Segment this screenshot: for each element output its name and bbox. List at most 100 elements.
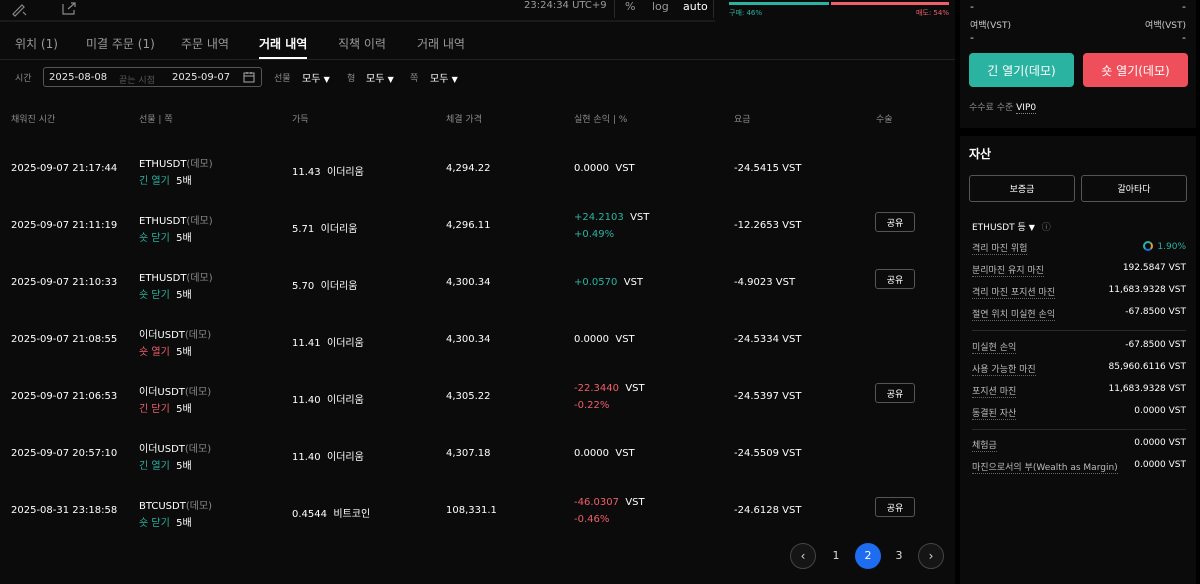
cell-fee: -24.5415 VST bbox=[734, 163, 801, 174]
fee-value: -24.6128 bbox=[734, 505, 779, 516]
section-divider bbox=[960, 128, 1196, 136]
date-from[interactable]: 2025-08-08 bbox=[49, 72, 107, 83]
tab-trade-history[interactable]: 거래 내역 bbox=[259, 35, 307, 52]
buy-ratio-bar bbox=[729, 2, 829, 5]
pnl-unit: VST bbox=[630, 212, 650, 223]
cell-price: 4,307.18 bbox=[446, 448, 491, 459]
side-label: 긴 열기 bbox=[139, 461, 170, 472]
type-filter-select[interactable]: 모두 ▼ bbox=[366, 70, 394, 85]
symbol-name: 이더USDT bbox=[139, 444, 185, 455]
log-toggle[interactable]: log bbox=[652, 0, 669, 13]
asset-detail-row: 미실현 손익 -67.8500 VST bbox=[972, 340, 1186, 354]
asset-detail-row: 분리마진 유지 마진 192.5847 VST bbox=[972, 263, 1186, 277]
asset-detail-value: -67.8500 VST bbox=[1125, 307, 1186, 317]
cell-symbol: 이더USDT(데모) bbox=[139, 440, 211, 455]
table-row: 2025-09-07 21:08:55 이더USDT(데모) 숏 열기 5배 11.4… bbox=[0, 306, 955, 363]
date-to[interactable]: 2025-09-07 bbox=[172, 72, 230, 83]
cell-fee: -4.9023 VST bbox=[734, 277, 795, 288]
next-page-button[interactable]: › bbox=[918, 543, 944, 569]
active-tab-indicator bbox=[259, 57, 307, 59]
draw-tool-icon[interactable] bbox=[10, 1, 28, 17]
cell-symbol: ETHUSDT(데모) bbox=[139, 155, 213, 170]
cell-fee: -12.2653 VST bbox=[734, 220, 801, 231]
divider bbox=[972, 330, 1186, 331]
demo-tag: (데모) bbox=[185, 501, 213, 512]
cell-time: 2025-09-07 20:57:10 bbox=[11, 448, 118, 459]
demo-tag: (데모) bbox=[186, 273, 213, 284]
asset-detail-value-wrap: 11,683.9328 VST bbox=[1109, 384, 1186, 394]
share-button[interactable]: 공유 bbox=[875, 497, 915, 517]
info-icon[interactable]: ⓘ bbox=[1042, 223, 1051, 233]
cell-fee: -24.5397 VST bbox=[734, 391, 801, 402]
asset-detail-value: 11,683.9328 VST bbox=[1108, 285, 1186, 295]
cell-price: 4,294.22 bbox=[446, 163, 491, 174]
pnl-unit: VST bbox=[625, 497, 645, 508]
leverage: 5배 bbox=[176, 347, 192, 358]
table-row: 2025-09-07 21:10:33 ETHUSDT(데모) 숏 닫기 5배 5.7… bbox=[0, 249, 955, 306]
time-filter-label: 시간 bbox=[15, 74, 32, 84]
cell-quantity: 5.71 이더리움 bbox=[292, 220, 357, 235]
futures-filter-select[interactable]: 모두 ▼ bbox=[302, 70, 330, 85]
auto-toggle[interactable]: auto bbox=[683, 0, 708, 13]
open-long-button[interactable]: 긴 열기(데모) bbox=[969, 53, 1074, 87]
sell-ratio-bar bbox=[831, 2, 949, 5]
cell-pnl: 0.0000 VST bbox=[574, 163, 635, 174]
leverage: 5배 bbox=[176, 518, 192, 529]
percent-toggle[interactable]: % bbox=[625, 0, 635, 13]
quantity-unit: 이더리움 bbox=[320, 281, 358, 292]
quantity-value: 0.4544 bbox=[292, 509, 327, 520]
symbol-name: 이더USDT bbox=[139, 330, 185, 341]
cell-time: 2025-08-31 23:18:58 bbox=[11, 505, 118, 516]
fee-value: -24.5334 bbox=[734, 334, 779, 345]
open-short-button[interactable]: 숏 열기(데모) bbox=[1083, 53, 1188, 87]
main-panel: 23:24:34 UTC+9 % log auto 구매: 46% 매도: 54… bbox=[0, 0, 955, 584]
tab-order-history[interactable]: 주문 내역 bbox=[181, 35, 229, 52]
tab-transaction-history[interactable]: 거래 내역 bbox=[417, 35, 465, 52]
cell-side: 숏 닫기 5배 bbox=[139, 514, 192, 529]
asset-detail-label: 미실현 손익 bbox=[972, 340, 1017, 354]
chevron-down-icon: ▼ bbox=[387, 75, 394, 84]
quantity-unit: 이더리움 bbox=[320, 224, 358, 235]
deposit-button[interactable]: 보증금 bbox=[969, 175, 1075, 202]
side-filter-select[interactable]: 모두 ▼ bbox=[430, 70, 458, 85]
cell-pnl: 0.0000 VST bbox=[574, 334, 635, 345]
fee-tier-value[interactable]: VIP0 bbox=[1016, 103, 1037, 114]
asset-detail-value: 85,960.6116 VST bbox=[1108, 362, 1186, 372]
share-button[interactable]: 공유 bbox=[875, 269, 915, 289]
transfer-button[interactable]: 갈아타다 bbox=[1081, 175, 1187, 202]
share-button[interactable]: 공유 bbox=[875, 383, 915, 403]
futures-filter-value: 모두 bbox=[302, 74, 321, 85]
long-margin-value: - bbox=[970, 31, 974, 44]
leverage: 5배 bbox=[176, 176, 192, 187]
asset-detail-value: 0.0000 VST bbox=[1134, 460, 1186, 470]
demo-tag: (데모) bbox=[184, 330, 212, 341]
asset-detail-row: 체험금 0.0000 VST bbox=[972, 438, 1186, 452]
calendar-icon[interactable] bbox=[243, 71, 255, 83]
cell-price: 4,305.22 bbox=[446, 391, 491, 402]
tab-open-orders[interactable]: 미결 주문 (1) bbox=[86, 35, 155, 52]
share-button[interactable]: 공유 bbox=[875, 212, 915, 232]
prev-page-button[interactable]: ‹ bbox=[790, 543, 816, 569]
date-range-picker[interactable]: 2025-08-08 끝는 시점 2025-09-07 bbox=[43, 67, 262, 87]
page-2-button[interactable]: 2 bbox=[855, 543, 881, 569]
asset-detail-row: 마진으로서의 부(Wealth as Margin) 0.0000 VST bbox=[972, 460, 1186, 474]
quantity-unit: 이더리움 bbox=[327, 452, 364, 463]
page-3-button[interactable]: 3 bbox=[886, 543, 912, 569]
tab-position-history[interactable]: 직책 이력 bbox=[338, 35, 386, 52]
asset-detail-row: 절연 위치 미실현 손익 -67.8500 VST bbox=[972, 307, 1186, 321]
asset-symbol-selector[interactable]: ETHUSDT 등 ▼ ⓘ bbox=[972, 220, 1051, 233]
header-realized-pnl: 실현 손익 | % bbox=[574, 115, 628, 125]
cell-quantity: 11.40 이더리움 bbox=[292, 391, 364, 406]
pnl-unit: VST bbox=[623, 277, 644, 288]
cell-side: 숏 닫기 5배 bbox=[139, 286, 192, 301]
demo-tag: (데모) bbox=[186, 159, 213, 170]
pnl-value: +24.2103 bbox=[574, 212, 624, 223]
page-1-button[interactable]: 1 bbox=[823, 543, 849, 569]
cell-side: 긴 열기 5배 bbox=[139, 172, 192, 187]
cell-side: 긴 닫기 5배 bbox=[139, 400, 192, 415]
export-icon[interactable] bbox=[60, 1, 78, 17]
cell-time: 2025-09-07 21:11:19 bbox=[11, 220, 118, 231]
cell-side: 숏 닫기 5배 bbox=[139, 229, 192, 244]
fee-unit: VST bbox=[782, 163, 802, 174]
tab-positions[interactable]: 위치 (1) bbox=[15, 35, 58, 52]
